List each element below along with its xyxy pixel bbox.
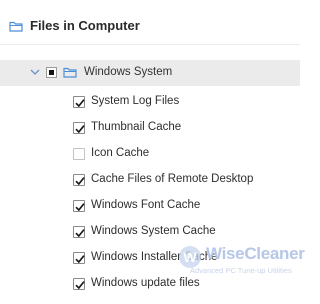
checkbox[interactable]: [73, 174, 85, 186]
item-label: Thumbnail Cache: [91, 121, 182, 133]
svg-text:W: W: [183, 249, 197, 265]
check-icon: [75, 177, 85, 186]
checkbox[interactable]: [73, 252, 85, 264]
list-item-system-log-files[interactable]: System Log Files: [73, 94, 293, 112]
check-icon: [75, 203, 85, 212]
check-icon: [75, 229, 85, 238]
list-item-thumbnail-cache[interactable]: Thumbnail Cache: [73, 120, 293, 138]
check-icon: [75, 281, 85, 290]
checkbox[interactable]: [73, 96, 85, 108]
list-item-icon-cache[interactable]: Icon Cache: [73, 146, 293, 164]
divider: [0, 44, 300, 45]
chevron-down-icon[interactable]: [30, 68, 40, 76]
item-label: Windows System Cache: [91, 225, 216, 237]
watermark: W WiseCleaner Advanced PC Tune-up Utilit…: [178, 243, 305, 283]
item-label: System Log Files: [91, 95, 180, 107]
item-label: Cache Files of Remote Desktop: [91, 173, 254, 185]
list-item-windows-system-cache[interactable]: Windows System Cache: [73, 224, 293, 242]
check-icon: [75, 99, 85, 108]
checkbox[interactable]: [73, 148, 85, 160]
list-item-windows-font-cache[interactable]: Windows Font Cache: [73, 198, 293, 216]
list-item-remote-desktop-cache[interactable]: Cache Files of Remote Desktop: [73, 172, 293, 190]
check-icon: [75, 255, 85, 264]
group-label: Windows System: [84, 66, 173, 78]
item-label: Windows Font Cache: [91, 199, 201, 211]
check-icon: [75, 125, 85, 134]
folder-icon: [63, 67, 77, 78]
checkbox[interactable]: [73, 122, 85, 134]
item-label: Icon Cache: [91, 147, 150, 159]
folder-icon: [9, 21, 23, 32]
section-header: Files in Computer: [0, 0, 300, 44]
watermark-brand: WiseCleaner: [206, 244, 305, 263]
checkbox[interactable]: [73, 278, 85, 290]
checkbox[interactable]: [73, 226, 85, 238]
section-title: Files in Computer: [30, 18, 140, 33]
watermark-tagline: Advanced PC Tune-up Utilities: [190, 266, 292, 275]
group-checkbox-partial[interactable]: [46, 67, 57, 78]
checkbox[interactable]: [73, 200, 85, 212]
